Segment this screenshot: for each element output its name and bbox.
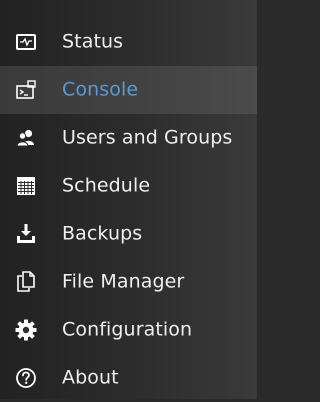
sidebar-item-users-and-groups[interactable]: Users and Groups xyxy=(0,114,257,162)
sidebar-item-about[interactable]: About xyxy=(0,354,257,402)
download-tray-icon xyxy=(15,223,37,245)
sidebar-item-label: Console xyxy=(62,78,139,101)
sidebar-item-label: Configuration xyxy=(62,318,193,341)
calendar-icon xyxy=(15,175,37,197)
sidebar-nav: Status Console Users and Groups Schedule… xyxy=(0,0,257,399)
sidebar-item-label: Backups xyxy=(62,222,143,245)
sidebar-item-console[interactable]: Console xyxy=(0,66,257,114)
console-icon xyxy=(15,79,37,101)
question-circle-icon xyxy=(15,367,37,389)
sidebar-item-label: File Manager xyxy=(62,270,185,293)
sidebar-item-label: Status xyxy=(62,30,124,53)
sidebar-item-label: Schedule xyxy=(62,174,151,197)
users-icon xyxy=(15,127,37,149)
file-copy-icon xyxy=(15,271,37,293)
sidebar-item-label: Users and Groups xyxy=(62,126,233,149)
status-monitor-icon xyxy=(15,31,37,53)
sidebar-item-backups[interactable]: Backups xyxy=(0,210,257,258)
gear-icon xyxy=(15,319,37,341)
sidebar-item-status[interactable]: Status xyxy=(0,18,257,66)
sidebar-item-configuration[interactable]: Configuration xyxy=(0,306,257,354)
sidebar-item-schedule[interactable]: Schedule xyxy=(0,162,257,210)
sidebar-item-file-manager[interactable]: File Manager xyxy=(0,258,257,306)
sidebar-item-label: About xyxy=(62,366,119,389)
